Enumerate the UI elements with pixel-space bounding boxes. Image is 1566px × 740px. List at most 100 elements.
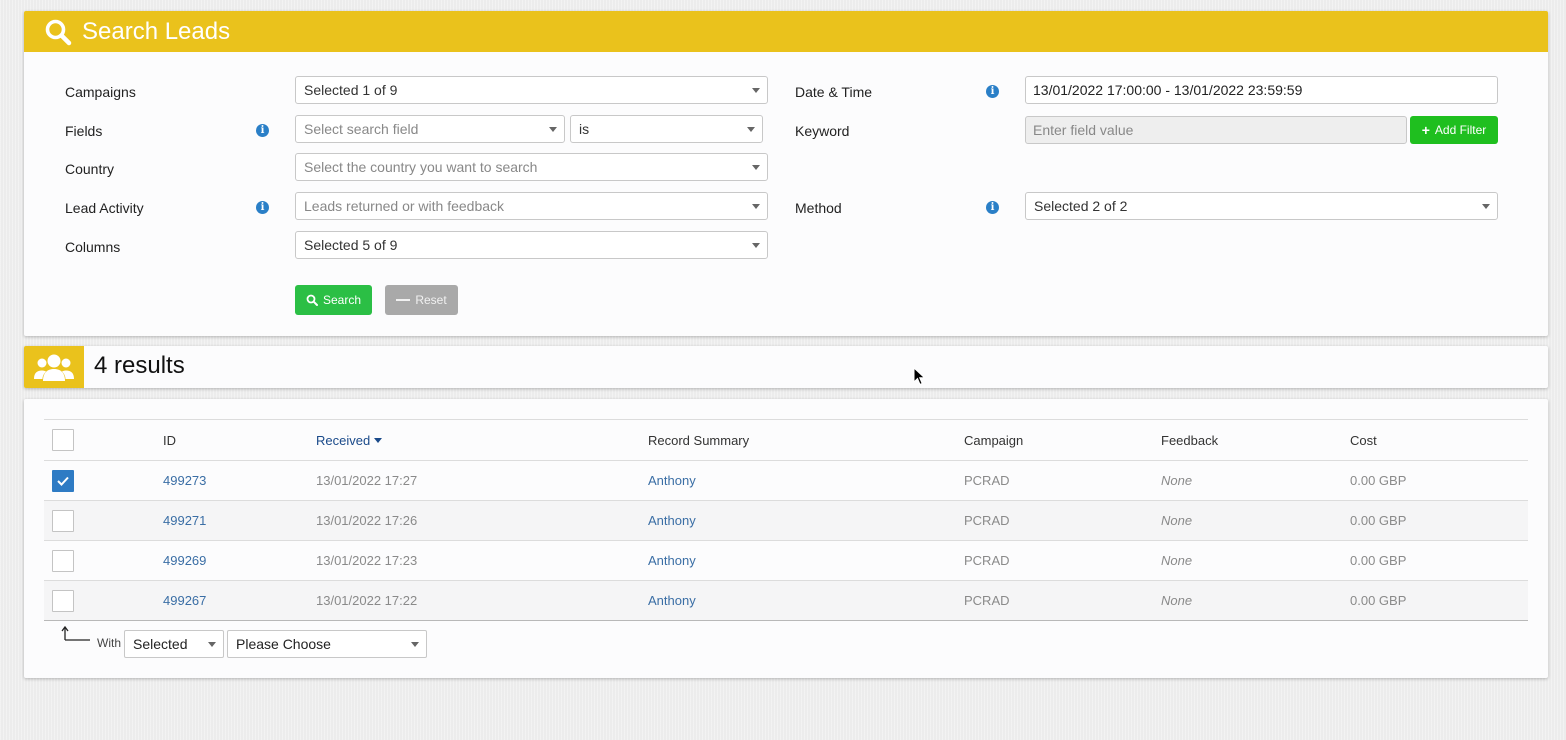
info-icon[interactable]: i — [986, 201, 999, 214]
country-select[interactable]: Select the country you want to search — [295, 153, 768, 181]
table-row[interactable]: 499267 13/01/2022 17:22 Anthony PCRAD No… — [44, 581, 1528, 621]
campaigns-select[interactable]: Selected 1 of 9 — [295, 76, 768, 104]
keyword-label: Keyword — [795, 123, 850, 139]
method-label: Method — [795, 200, 842, 216]
bulk-actions: With Selected Please Choose — [60, 625, 560, 658]
plus-icon: + — [1421, 122, 1430, 138]
bulk-with-label: With — [97, 636, 121, 650]
row-id-link[interactable]: 499273 — [163, 461, 206, 500]
country-label: Country — [65, 161, 115, 177]
search-icon — [45, 19, 72, 45]
search-icon — [306, 294, 318, 306]
add-filter-label: Add Filter — [1434, 123, 1487, 137]
users-icon — [34, 354, 74, 381]
row-received: 13/01/2022 17:26 — [316, 513, 418, 528]
row-summary-link[interactable]: Anthony — [648, 541, 696, 580]
table-row[interactable]: 499271 13/01/2022 17:26 Anthony PCRAD No… — [44, 501, 1528, 541]
column-header-received[interactable]: Received — [316, 420, 383, 460]
caret-down-icon — [1482, 204, 1490, 209]
column-header-feedback[interactable]: Feedback — [1161, 420, 1218, 460]
row-summary-link[interactable]: Anthony — [648, 581, 696, 620]
row-checkbox[interactable] — [52, 510, 74, 532]
row-received: 13/01/2022 17:23 — [316, 553, 418, 568]
row-id-link[interactable]: 499269 — [163, 541, 206, 580]
checkmark-icon — [57, 476, 69, 486]
row-cost: 0.00 GBP — [1350, 593, 1407, 608]
row-feedback: None — [1161, 553, 1193, 568]
arrow-up-left-icon — [61, 625, 90, 641]
info-icon[interactable]: i — [986, 85, 999, 98]
column-header-received-label: Received — [316, 432, 371, 448]
row-cost: 0.00 GBP — [1350, 553, 1407, 568]
caret-down-icon — [752, 88, 760, 93]
reset-button-label: Reset — [415, 293, 447, 307]
row-campaign: PCRAD — [964, 593, 1010, 608]
search-leads-panel: Search Leads Campaigns Selected 1 of 9 F… — [24, 11, 1548, 336]
row-campaign: PCRAD — [964, 513, 1010, 528]
search-button[interactable]: Search — [295, 285, 372, 315]
row-summary-link[interactable]: Anthony — [648, 501, 696, 540]
table-row[interactable]: 499269 13/01/2022 17:23 Anthony PCRAD No… — [44, 541, 1528, 581]
search-field-select[interactable]: Select search field — [295, 115, 565, 143]
add-filter-button[interactable]: + Add Filter — [1410, 116, 1498, 144]
row-cost: 0.00 GBP — [1350, 473, 1407, 488]
fields-label: Fields — [65, 123, 103, 139]
results-icon-box — [24, 346, 84, 388]
row-campaign: PCRAD — [964, 553, 1010, 568]
columns-select[interactable]: Selected 5 of 9 — [295, 231, 768, 259]
minus-icon — [396, 299, 411, 301]
row-checkbox[interactable] — [52, 470, 74, 492]
results-header: 4 results — [24, 346, 1548, 388]
column-header-record-summary[interactable]: Record Summary — [648, 420, 749, 460]
row-id-link[interactable]: 499271 — [163, 501, 206, 540]
bulk-scope-value: Selected — [133, 636, 188, 652]
row-checkbox[interactable] — [52, 590, 74, 612]
select-all-checkbox[interactable] — [52, 429, 74, 451]
campaigns-label: Campaigns — [65, 84, 136, 100]
row-feedback: None — [1161, 513, 1193, 528]
row-checkbox[interactable] — [52, 550, 74, 572]
lead-activity-select[interactable]: Leads returned or with feedback — [295, 192, 768, 220]
bulk-action-select[interactable]: Please Choose — [227, 630, 427, 658]
results-table-panel: ID Received Record Summary Campaign Feed… — [24, 399, 1548, 678]
search-header: Search Leads — [24, 11, 1548, 52]
row-cost: 0.00 GBP — [1350, 513, 1407, 528]
columns-label: Columns — [65, 239, 121, 255]
caret-down-icon — [747, 127, 755, 132]
column-header-campaign[interactable]: Campaign — [964, 420, 1023, 460]
row-id-link[interactable]: 499267 — [163, 581, 206, 620]
row-received: 13/01/2022 17:27 — [316, 473, 418, 488]
caret-down-icon — [752, 165, 760, 170]
lead-activity-placeholder: Leads returned or with feedback — [304, 198, 505, 214]
caret-down-icon — [752, 204, 760, 209]
keyword-input[interactable]: Enter field value — [1025, 116, 1407, 144]
search-field-placeholder: Select search field — [304, 121, 419, 137]
country-placeholder: Select the country you want to search — [304, 159, 538, 175]
lead-activity-label: Lead Activity — [65, 200, 144, 216]
keyword-placeholder: Enter field value — [1033, 122, 1134, 138]
table-row[interactable]: 499273 13/01/2022 17:27 Anthony PCRAD No… — [44, 461, 1528, 501]
row-summary-link[interactable]: Anthony — [648, 461, 696, 500]
method-select[interactable]: Selected 2 of 2 — [1025, 192, 1498, 220]
row-feedback: None — [1161, 473, 1193, 488]
table-header-row: ID Received Record Summary Campaign Feed… — [44, 419, 1528, 461]
cursor-icon — [913, 367, 926, 386]
datetime-range-input[interactable]: 13/01/2022 17:00:00 - 13/01/2022 23:59:5… — [1025, 76, 1498, 104]
operator-value: is — [579, 121, 590, 137]
results-count-title: 4 results — [94, 352, 185, 379]
row-feedback: None — [1161, 593, 1193, 608]
row-campaign: PCRAD — [964, 473, 1010, 488]
caret-down-icon — [208, 642, 216, 647]
columns-select-value: Selected 5 of 9 — [304, 237, 398, 253]
info-icon[interactable]: i — [256, 201, 269, 214]
column-header-id[interactable]: ID — [163, 420, 176, 460]
operator-select[interactable]: is — [570, 115, 763, 143]
results-table: ID Received Record Summary Campaign Feed… — [44, 419, 1528, 621]
column-header-cost[interactable]: Cost — [1350, 420, 1377, 460]
info-icon[interactable]: i — [256, 124, 269, 137]
reset-button[interactable]: Reset — [385, 285, 458, 315]
bulk-scope-select[interactable]: Selected — [124, 630, 224, 658]
method-select-value: Selected 2 of 2 — [1034, 198, 1128, 214]
caret-down-icon — [549, 127, 557, 132]
datetime-label: Date & Time — [795, 84, 873, 100]
